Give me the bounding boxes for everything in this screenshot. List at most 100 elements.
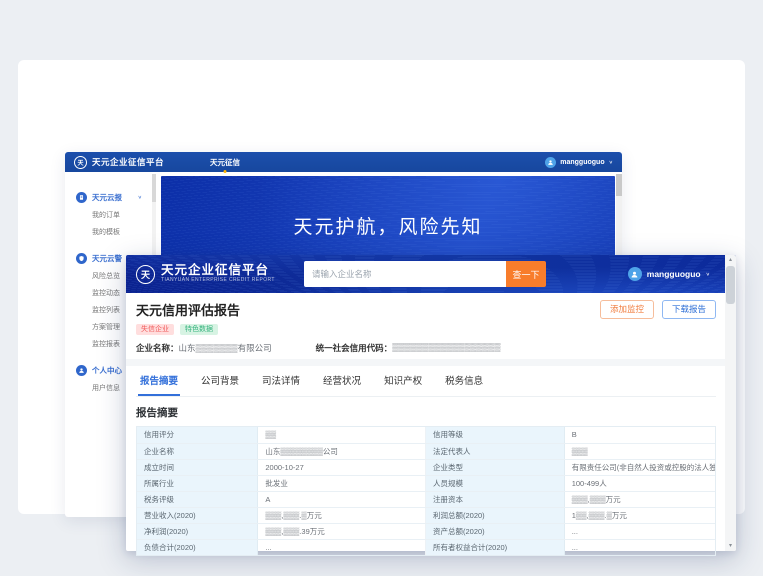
back-window-header: 天 天元企业征信平台 天元征信 mangguoguo ∨	[65, 152, 622, 172]
cell-value: ...	[258, 540, 426, 555]
search-button[interactable]: 查一下	[506, 261, 546, 287]
user-name: mangguoguo	[647, 269, 701, 279]
table-row: 负债合计(2020) ... 所有者权益合计(2020) ...	[137, 539, 715, 555]
cell-label: 注册资本	[426, 492, 565, 507]
brand-logo-icon: 天	[136, 265, 155, 284]
table-row: 企业名称 山东▒▒▒▒▒▒▒▒公司 法定代表人 ▒▒▒	[137, 443, 715, 459]
cell-label: 人员规模	[426, 476, 565, 491]
cell-label: 所有者权益合计(2020)	[426, 540, 565, 555]
scroll-down-icon[interactable]: ▾	[725, 541, 736, 551]
banner-slogan: 天元护航，风险先知	[161, 212, 615, 239]
sidebar-group-label: 天元云报	[92, 192, 122, 203]
table-row: 所属行业 批发业 人员规模 100-499人	[137, 475, 715, 491]
table-row: 税务评级 A 注册资本 ▒▒▒,▒▒▒万元	[137, 491, 715, 507]
cell-value: A	[258, 492, 426, 507]
dishonest-company-badge: 失信企业	[136, 324, 174, 335]
sidebar-item-my-templates[interactable]: 我的模板	[65, 224, 151, 241]
tab-operating-status[interactable]: 经营状况	[321, 366, 363, 396]
download-report-button[interactable]: 下载报告	[662, 300, 716, 319]
user-menu[interactable]: mangguoguo ∨	[628, 255, 710, 293]
cell-value: ▒▒	[258, 427, 426, 443]
shield-icon	[76, 253, 87, 264]
tab-tax-info[interactable]: 税务信息	[443, 366, 485, 396]
search-bar: 查一下	[304, 261, 546, 287]
nav-item-tianyuan-credit[interactable]: 天元征信	[210, 157, 240, 168]
scroll-up-icon[interactable]: ▴	[725, 255, 736, 265]
sidebar-group-label: 个人中心	[92, 365, 122, 376]
user-menu[interactable]: mangguoguo ∨	[545, 157, 613, 168]
chevron-down-icon: ∨	[138, 194, 142, 199]
brand-title: 天元企业征信平台	[92, 156, 164, 168]
cell-value: 有限责任公司(非自然人投资或控股的法人独资)	[565, 460, 715, 475]
brand-logo: 天 天元企业征信平台 TIANYUAN ENTERPRISE CREDIT RE…	[136, 264, 275, 283]
cell-label: 法定代表人	[426, 444, 565, 459]
brand-logo-icon: 天	[74, 156, 87, 169]
cell-value: 2000-10-27	[258, 460, 426, 475]
user-avatar-icon	[628, 267, 642, 281]
nav-item-label: 天元征信	[210, 158, 240, 167]
cell-label: 营业收入(2020)	[137, 508, 258, 523]
cell-value: ▒▒▒,▒▒▒万元	[565, 492, 715, 507]
sidebar-group-label: 天元云警	[92, 253, 122, 264]
section-divider	[126, 359, 736, 366]
sidebar-group-cloud-report[interactable]: 天元云报 ∨	[65, 187, 151, 207]
badge-row: 失信企业 特色数据	[136, 324, 716, 335]
credit-code-label: 统一社会信用代码：	[316, 342, 393, 347]
cell-value: 1▒▒,▒▒▒.▒万元	[565, 508, 715, 523]
section-title: 报告摘要	[136, 405, 716, 420]
company-name-value: 山东▒▒▒▒▒▒▒有限公司	[179, 342, 272, 347]
table-row: 净利润(2020) ▒▒▒,▒▒▒.39万元 资产总额(2020) ...	[137, 523, 715, 539]
cell-label: 利润总额(2020)	[426, 508, 565, 523]
cell-label: 税务评级	[137, 492, 258, 507]
cell-label: 负债合计(2020)	[137, 540, 258, 555]
search-input[interactable]	[304, 261, 506, 287]
front-window: 天 天元企业征信平台 TIANYUAN ENTERPRISE CREDIT RE…	[126, 255, 736, 551]
cell-label: 企业类型	[426, 460, 565, 475]
front-window-scrollbar-thumb[interactable]	[726, 266, 735, 304]
table-row: 成立时间 2000-10-27 企业类型 有限责任公司(非自然人投资或控股的法人…	[137, 459, 715, 475]
cell-label: 企业名称	[137, 444, 258, 459]
content-card: 天 天元企业征信平台 天元征信 mangguoguo ∨	[18, 60, 745, 514]
report-doc-icon	[76, 192, 87, 203]
front-window-body: 天元信用评估报告 添加监控 下载报告 失信企业 特色数据 企业名称： 山东▒▒▒…	[126, 293, 736, 556]
cell-value: ▒▒▒	[565, 444, 715, 459]
special-data-badge: 特色数据	[180, 324, 218, 335]
chevron-down-icon: ∨	[706, 271, 710, 276]
report-tabs: 报告摘要 公司背景 司法详情 经营状况 知识产权 税务信息	[136, 366, 716, 397]
tab-report-summary[interactable]: 报告摘要	[138, 366, 180, 396]
front-window-scrollbar[interactable]: ▴ ▾	[725, 255, 736, 551]
cell-value: B	[565, 427, 715, 443]
brand-title: 天元企业征信平台	[161, 264, 275, 278]
add-monitor-button[interactable]: 添加监控	[600, 300, 654, 319]
company-name-label: 企业名称：	[136, 342, 179, 347]
brand-subtitle: TIANYUAN ENTERPRISE CREDIT REPORT	[161, 278, 275, 284]
sidebar-scrollbar-thumb[interactable]	[152, 174, 156, 202]
person-icon	[76, 365, 87, 376]
cell-value: 山东▒▒▒▒▒▒▒▒公司	[258, 444, 426, 459]
credit-code-value: ▒▒▒▒▒▒▒▒▒▒▒▒▒▒▒▒▒▒	[392, 342, 500, 347]
cell-value: ▒▒▒,▒▒▒.▒万元	[258, 508, 426, 523]
report-header: 天元信用评估报告 添加监控 下载报告 失信企业 特色数据 企业名称： 山东▒▒▒…	[136, 293, 716, 353]
table-row: 营业收入(2020) ▒▒▒,▒▒▒.▒万元 利润总额(2020) 1▒▒,▒▒…	[137, 507, 715, 523]
tab-company-background[interactable]: 公司背景	[199, 366, 241, 396]
user-avatar-icon	[545, 157, 556, 168]
company-info-row: 企业名称： 山东▒▒▒▒▒▒▒有限公司 统一社会信用代码： ▒▒▒▒▒▒▒▒▒▒…	[136, 342, 716, 353]
cell-value: ...	[565, 540, 715, 555]
sidebar-item-my-orders[interactable]: 我的订单	[65, 207, 151, 224]
report-title: 天元信用评估报告	[136, 300, 240, 319]
cell-label: 净利润(2020)	[137, 524, 258, 539]
cell-value: ▒▒▒,▒▒▒.39万元	[258, 524, 426, 539]
tab-intellectual-property[interactable]: 知识产权	[382, 366, 424, 396]
front-window-header: 天 天元企业征信平台 TIANYUAN ENTERPRISE CREDIT RE…	[126, 255, 736, 293]
cell-label: 成立时间	[137, 460, 258, 475]
back-window-scrollbar-thumb[interactable]	[616, 174, 622, 196]
cell-label: 信用等级	[426, 427, 565, 443]
user-name: mangguoguo	[560, 159, 604, 166]
table-row: 信用评分 ▒▒ 信用等级 B	[137, 427, 715, 443]
cell-label: 所属行业	[137, 476, 258, 491]
summary-table: 信用评分 ▒▒ 信用等级 B 企业名称 山东▒▒▒▒▒▒▒▒公司 法定代表人 ▒…	[136, 426, 716, 556]
cell-label: 信用评分	[137, 427, 258, 443]
cell-value: ...	[565, 524, 715, 539]
cell-label: 资产总额(2020)	[426, 524, 565, 539]
tab-judicial-details[interactable]: 司法详情	[260, 366, 302, 396]
